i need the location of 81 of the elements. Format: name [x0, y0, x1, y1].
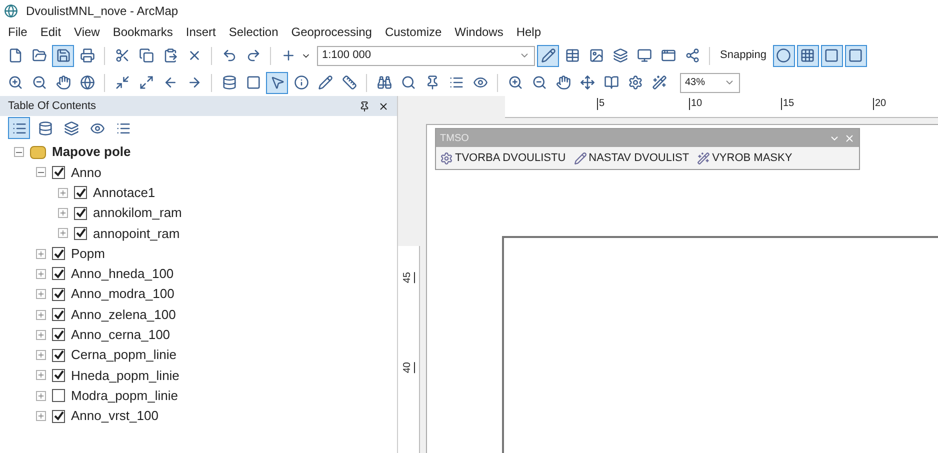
expand-icon[interactable]	[36, 350, 46, 360]
ruler-label: 45	[402, 272, 415, 284]
app-globe-icon	[4, 4, 18, 18]
pointer-icon[interactable]	[266, 72, 288, 94]
toolbar-button[interactable]: NASTAV DVOULIST	[574, 150, 690, 166]
panel-title: Table Of Contents	[8, 98, 96, 114]
menu-item[interactable]: Windows	[454, 23, 504, 41]
layer-checkbox[interactable]	[52, 166, 65, 179]
expand-icon[interactable]	[36, 390, 46, 401]
layer-checkbox[interactable]	[52, 328, 65, 342]
layer-name[interactable]: Mapove pole	[52, 142, 131, 162]
list-by-order-icon[interactable]	[8, 117, 30, 139]
ruler-label: 5	[597, 98, 605, 110]
layer-name[interactable]: annokilom_ram	[93, 203, 182, 223]
expand-icon[interactable]	[58, 228, 68, 238]
layer-name[interactable]: Anno_zelena_100	[71, 304, 176, 324]
expand-icon[interactable]	[36, 330, 46, 340]
snap-grid-icon[interactable]	[796, 44, 818, 66]
snap-point-icon[interactable]	[772, 44, 794, 66]
toolbar-button[interactable]: VYROB MASKY	[697, 150, 792, 166]
expand-icon[interactable]	[36, 248, 46, 259]
expand-icon[interactable]	[36, 289, 46, 300]
ruler-label: 40	[402, 362, 415, 374]
layer-name[interactable]: annopoint_ram	[93, 224, 180, 244]
menu-item[interactable]: Customize	[384, 23, 442, 41]
menu-item[interactable]: Edit	[40, 23, 62, 41]
snap-end-icon[interactable]	[844, 44, 866, 66]
layer-checkbox[interactable]	[52, 308, 65, 322]
expand-icon[interactable]	[36, 310, 46, 320]
layer-checkbox[interactable]	[52, 247, 65, 260]
layer-name[interactable]: Cerna_popm_linie	[71, 345, 177, 365]
scale-field[interactable]: 1:100 000	[317, 46, 535, 66]
toolbar-title: TMSO	[440, 132, 469, 146]
ruler-label: 15	[781, 98, 794, 110]
layer-checkbox[interactable]	[52, 288, 65, 301]
snapping-menu[interactable]: Snapping	[720, 47, 766, 64]
layer-name[interactable]: Hneda_popm_linie	[71, 366, 180, 386]
layer-checkbox[interactable]	[74, 206, 87, 220]
toolbar-button[interactable]: TVORBA DVOULISTU	[440, 150, 566, 166]
pin-icon[interactable]	[359, 100, 370, 112]
menu-item[interactable]: View	[74, 23, 100, 41]
layer-name[interactable]: Anno_vrst_100	[71, 406, 158, 426]
menu-item[interactable]: Help	[516, 23, 542, 41]
layer-checkbox[interactable]	[74, 226, 87, 240]
ruler-label: 10	[689, 98, 702, 110]
close-icon[interactable]	[378, 100, 389, 112]
expand-icon[interactable]	[58, 188, 68, 198]
layer-checkbox[interactable]	[52, 348, 65, 362]
expand-icon[interactable]	[58, 208, 68, 218]
menu-item[interactable]: Selection	[228, 23, 278, 41]
pencil-icon	[574, 152, 587, 164]
layer-checkbox[interactable]	[74, 186, 87, 200]
layer-name[interactable]: Annotace1	[93, 182, 156, 202]
layer-name[interactable]: Anno_modra_100	[71, 284, 174, 304]
layer-checkbox[interactable]	[52, 389, 65, 402]
layer-name[interactable]: Modra_popm_linie	[71, 386, 178, 406]
menu-item[interactable]: Insert	[186, 23, 216, 41]
zoom-field[interactable]: 43%	[680, 72, 740, 92]
layers-icon	[30, 146, 46, 159]
layer-name[interactable]: Anno_cerna_100	[71, 325, 170, 345]
menu-item[interactable]: Bookmarks	[112, 23, 173, 41]
layer-name[interactable]: Anno_hneda_100	[71, 264, 174, 284]
layer-name[interactable]: Popm	[71, 244, 105, 264]
save-icon[interactable]	[52, 44, 74, 66]
menu-item[interactable]: Geoprocessing	[291, 23, 372, 41]
expand-icon[interactable]	[36, 268, 46, 279]
layer-checkbox[interactable]	[52, 410, 65, 422]
window-title: DvoulistMNL_nove - ArcMap	[26, 3, 178, 20]
wand-icon	[697, 152, 710, 164]
layer-name[interactable]: Anno	[71, 162, 102, 182]
gear-icon	[440, 152, 453, 164]
collapse-icon[interactable]	[14, 147, 24, 158]
layer-checkbox[interactable]	[52, 267, 65, 280]
editor-icon[interactable]	[537, 44, 559, 66]
collapse-icon[interactable]	[36, 167, 46, 178]
layer-checkbox[interactable]	[52, 368, 65, 382]
expand-icon[interactable]	[36, 411, 46, 421]
ruler-label: 20	[873, 98, 886, 110]
snap-edge-icon[interactable]	[820, 44, 842, 66]
menu-item[interactable]: File	[8, 23, 28, 41]
expand-icon[interactable]	[36, 370, 46, 380]
